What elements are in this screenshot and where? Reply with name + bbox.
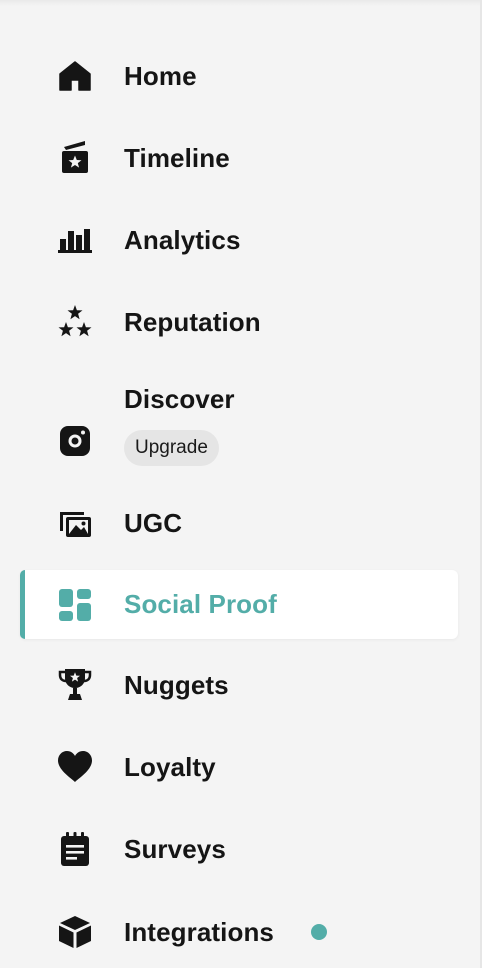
notification-dot xyxy=(311,924,327,940)
sidebar-item-label: Discover xyxy=(124,384,235,414)
sidebar-item-label: Loyalty xyxy=(124,751,216,782)
sidebar-item-reputation[interactable]: Reputation xyxy=(20,288,458,356)
sidebar-item-timeline[interactable]: Timeline xyxy=(20,124,458,192)
sidebar-item-label: Timeline xyxy=(124,142,230,173)
sidebar-item-loyalty[interactable]: Loyalty xyxy=(20,733,458,801)
sidebar-item-integrations[interactable]: Integrations xyxy=(20,898,458,966)
sidebar-item-surveys[interactable]: Surveys xyxy=(20,815,458,883)
sidebar-item-label: UGC xyxy=(124,507,183,538)
sidebar-item-analytics[interactable]: Analytics xyxy=(20,206,458,274)
sidebar-nav: Home Timeline Analytics Reputation Disco… xyxy=(0,0,480,968)
trophy-icon xyxy=(56,666,94,704)
sidebar-item-label: Home xyxy=(124,60,197,91)
sidebar-item-label: Nuggets xyxy=(124,669,229,700)
sidebar-item-social-proof[interactable]: Social Proof xyxy=(20,570,458,639)
upgrade-badge[interactable]: Upgrade xyxy=(124,430,219,466)
timeline-icon xyxy=(56,139,94,177)
instagram-icon xyxy=(56,422,94,460)
bar-chart-icon xyxy=(56,221,94,259)
dashboard-icon xyxy=(56,586,94,624)
cube-icon xyxy=(56,913,94,951)
home-icon xyxy=(56,57,94,95)
sidebar-item-nuggets[interactable]: Nuggets xyxy=(20,651,458,719)
heart-icon xyxy=(56,748,94,786)
sidebar-item-label: Analytics xyxy=(124,224,241,255)
images-icon xyxy=(56,504,94,542)
notepad-icon xyxy=(56,830,94,868)
sidebar-item-ugc[interactable]: UGC xyxy=(20,489,458,557)
sidebar-item-label: Surveys xyxy=(124,833,226,864)
sidebar-item-home[interactable]: Home xyxy=(20,42,458,110)
stars-icon xyxy=(56,303,94,341)
sidebar-item-label: Social Proof xyxy=(124,589,277,619)
sidebar-item-label: Reputation xyxy=(124,306,261,337)
sidebar-item-label: Integrations xyxy=(124,916,274,947)
sidebar-item-discover[interactable]: Discover Upgrade xyxy=(20,372,458,480)
